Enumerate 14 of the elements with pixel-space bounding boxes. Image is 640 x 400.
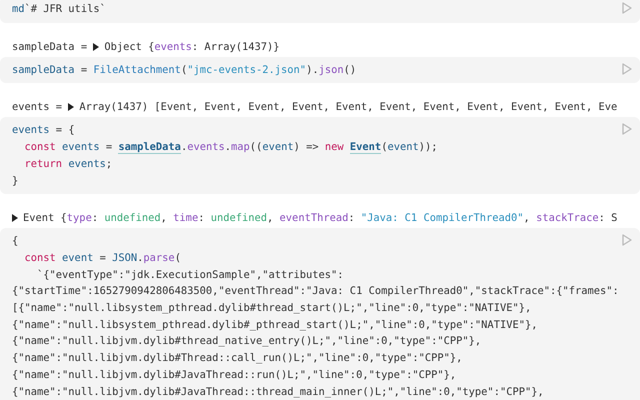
- disclosure-triangle-icon[interactable]: [93, 42, 100, 51]
- run-icon[interactable]: [622, 62, 632, 75]
- run-icon[interactable]: [622, 123, 632, 136]
- code-block[interactable]: events = { const events = sampleData.events.map((event) => new Event(event)); return events; }: [0, 117, 640, 194]
- code-block[interactable]: { const event = JSON.parse( `{"eventType":"jdk.ExecutionSample","attributes": {"startTime":1652790942806483500,"eventThread":"Java: C1 CompilerThread0","stackTrace":{"frames": [{"name":"null.libsystem_pthread.dylib#thread_start()L;","line":0,"type":"NATIVE"}, {"name":"null.libsystem_pthread.dylib#_pthread_start()L;","line":0,"type":"NATIVE"}, {"name":"null.libjvm.dylib#thread_native_entry()L;","line":0,"type":"CPP"}, {"name":"null.libjvm.dylib#Thread::call_run()L;","line":0,"type":"CPP"}, {"name":"null.libjvm.dylib#JavaThread::run()L;","line":0,"type":"CPP"}, {"name":"null.libjvm.dylib#JavaThread::thread_main_inner()L;","line":0,"type":"CPP"},: [0, 228, 640, 400]
- run-icon[interactable]: [622, 2, 632, 14]
- cell-output: sampleData = Object {events: Array(1437)}: [11, 40, 281, 55]
- code-block[interactable]: md`# JFR utils`: [0, 0, 640, 23]
- cell-output: events = Array(1437) [Event, Event, Event, Event, Event, Event, Event, Event, Event, Event, Eve: [11, 100, 618, 116]
- disclosure-triangle-icon[interactable]: [12, 214, 18, 222]
- code-block[interactable]: sampleData = FileAttachment("jmc-events-2.json").json(): [0, 56, 640, 84]
- run-icon[interactable]: [622, 234, 632, 246]
- cell-output: Event {type: undefined, time: undefined, eventThread: "Java: C1 CompilerThread0", stackTrace: S: [0, 194, 640, 228]
- disclosure-triangle-icon[interactable]: [68, 103, 74, 112]
